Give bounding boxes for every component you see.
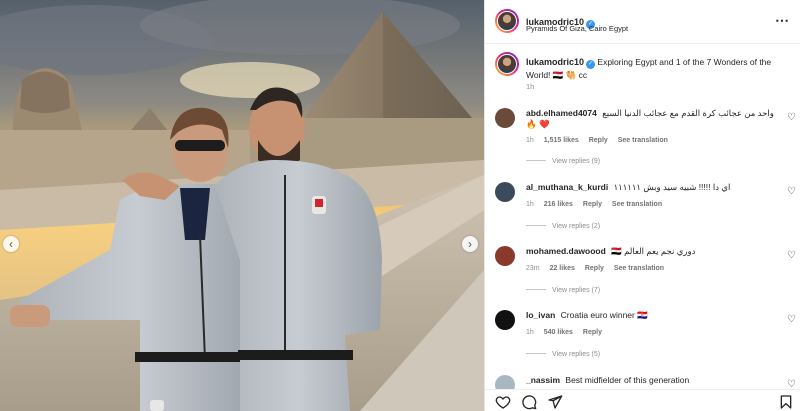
- comment-likes[interactable]: 216 likes: [544, 201, 573, 208]
- reply-button[interactable]: Reply: [585, 265, 604, 272]
- view-replies-button[interactable]: View replies (2): [526, 223, 600, 230]
- comment-body: mohamed.dawoood 🇪🇬 دوري نجم يعم العالم: [526, 246, 776, 257]
- comment-text: اي دا !!!!! شبيه سيد وبش ١١١١١١: [613, 182, 731, 192]
- comment-likes[interactable]: 1,515 likes: [544, 137, 579, 144]
- commenter-avatar[interactable]: [495, 310, 515, 330]
- commenter-username[interactable]: mohamed.dawoood: [526, 246, 606, 256]
- comment-meta: 1h 540 likes Reply: [526, 329, 610, 336]
- previous-photo-chevron-left-icon[interactable]: ‹: [3, 236, 19, 252]
- post-photo[interactable]: ‹ ›: [0, 0, 484, 411]
- comment-likes[interactable]: 22 likes: [550, 265, 575, 272]
- comment-meta: 1h 216 likes Reply See translation: [526, 201, 670, 208]
- reply-button[interactable]: Reply: [583, 201, 602, 208]
- post-details-panel: lukamodric10 ✓ Pyramids Of Giza, Cairo Eg…: [484, 0, 800, 411]
- post-header: lukamodric10 ✓ Pyramids Of Giza, Cairo Eg…: [485, 0, 800, 44]
- comment-time: 1h: [526, 137, 534, 144]
- caption-username[interactable]: lukamodric10: [526, 57, 584, 67]
- pyramids-photo-illustration: [0, 0, 484, 411]
- like-comment-heart-icon[interactable]: ♡: [787, 112, 796, 123]
- next-photo-chevron-right-icon[interactable]: ›: [462, 236, 478, 252]
- commenter-username[interactable]: _nassim: [526, 375, 560, 385]
- comment-body: abd.elhamed4074 واحد من عجائب كرة القدم …: [526, 108, 776, 130]
- caption-timestamp: 1h: [526, 82, 535, 91]
- like-comment-heart-icon[interactable]: ♡: [787, 186, 796, 197]
- post-location[interactable]: Pyramids Of Giza, Cairo Egypt: [526, 24, 628, 33]
- commenter-username[interactable]: al_muthana_k_kurdi: [526, 182, 608, 192]
- like-heart-icon[interactable]: [495, 394, 511, 410]
- view-replies-label: View replies (7): [552, 287, 601, 294]
- more-options-icon[interactable]: ⋯: [775, 12, 789, 29]
- see-translation-button[interactable]: See translation: [618, 137, 668, 144]
- view-replies-button[interactable]: View replies (7): [526, 287, 600, 294]
- like-comment-heart-icon[interactable]: ♡: [787, 314, 796, 325]
- verified-badge-icon: ✓: [586, 60, 596, 69]
- post-action-bar: [485, 389, 800, 411]
- comment-meta: 23m 22 likes Reply See translation: [526, 265, 672, 272]
- comment-bubble-icon[interactable]: [521, 394, 537, 410]
- comment-time: 1h: [526, 329, 534, 336]
- comment-time: 23m: [526, 265, 540, 272]
- view-replies-label: View replies (9): [552, 158, 601, 165]
- view-replies-label: View replies (2): [552, 223, 601, 230]
- comment-text: Croatia euro winner 🇭🇷: [560, 310, 648, 320]
- comment-time: 1h: [526, 201, 534, 208]
- like-comment-heart-icon[interactable]: ♡: [787, 250, 796, 261]
- author-avatar[interactable]: [495, 9, 519, 33]
- reply-button[interactable]: Reply: [583, 329, 602, 336]
- commenter-avatar[interactable]: [495, 182, 515, 202]
- caption-author-avatar[interactable]: [495, 52, 519, 76]
- comment-body: al_muthana_k_kurdi اي دا !!!!! شبيه سيد …: [526, 182, 776, 193]
- comment-body: _nassim Best midfielder of this generati…: [526, 375, 776, 386]
- caption-text-block: lukamodric10 ✓ Exploring Egypt and 1 of t…: [526, 56, 791, 81]
- view-replies-button[interactable]: View replies (9): [526, 158, 600, 165]
- comment-text: Best midfielder of this generation: [565, 375, 690, 385]
- view-replies-button[interactable]: View replies (5): [526, 351, 600, 358]
- save-bookmark-icon[interactable]: [778, 394, 794, 410]
- comment-body: lo_ivan Croatia euro winner 🇭🇷: [526, 310, 776, 321]
- comment-meta: 1h 1,515 likes Reply See translation: [526, 137, 676, 144]
- share-paper-plane-icon[interactable]: [547, 394, 563, 410]
- comment-likes[interactable]: 540 likes: [544, 329, 573, 336]
- commenter-avatar[interactable]: [495, 108, 515, 128]
- see-translation-button[interactable]: See translation: [612, 201, 662, 208]
- commenter-username[interactable]: abd.elhamed4074: [526, 108, 597, 118]
- comment-text: 🇪🇬 دوري نجم يعم العالم: [611, 246, 696, 256]
- reply-button[interactable]: Reply: [589, 137, 608, 144]
- commenter-username[interactable]: lo_ivan: [526, 310, 555, 320]
- view-replies-label: View replies (5): [552, 351, 601, 358]
- commenter-avatar[interactable]: [495, 246, 515, 266]
- see-translation-button[interactable]: See translation: [614, 265, 664, 272]
